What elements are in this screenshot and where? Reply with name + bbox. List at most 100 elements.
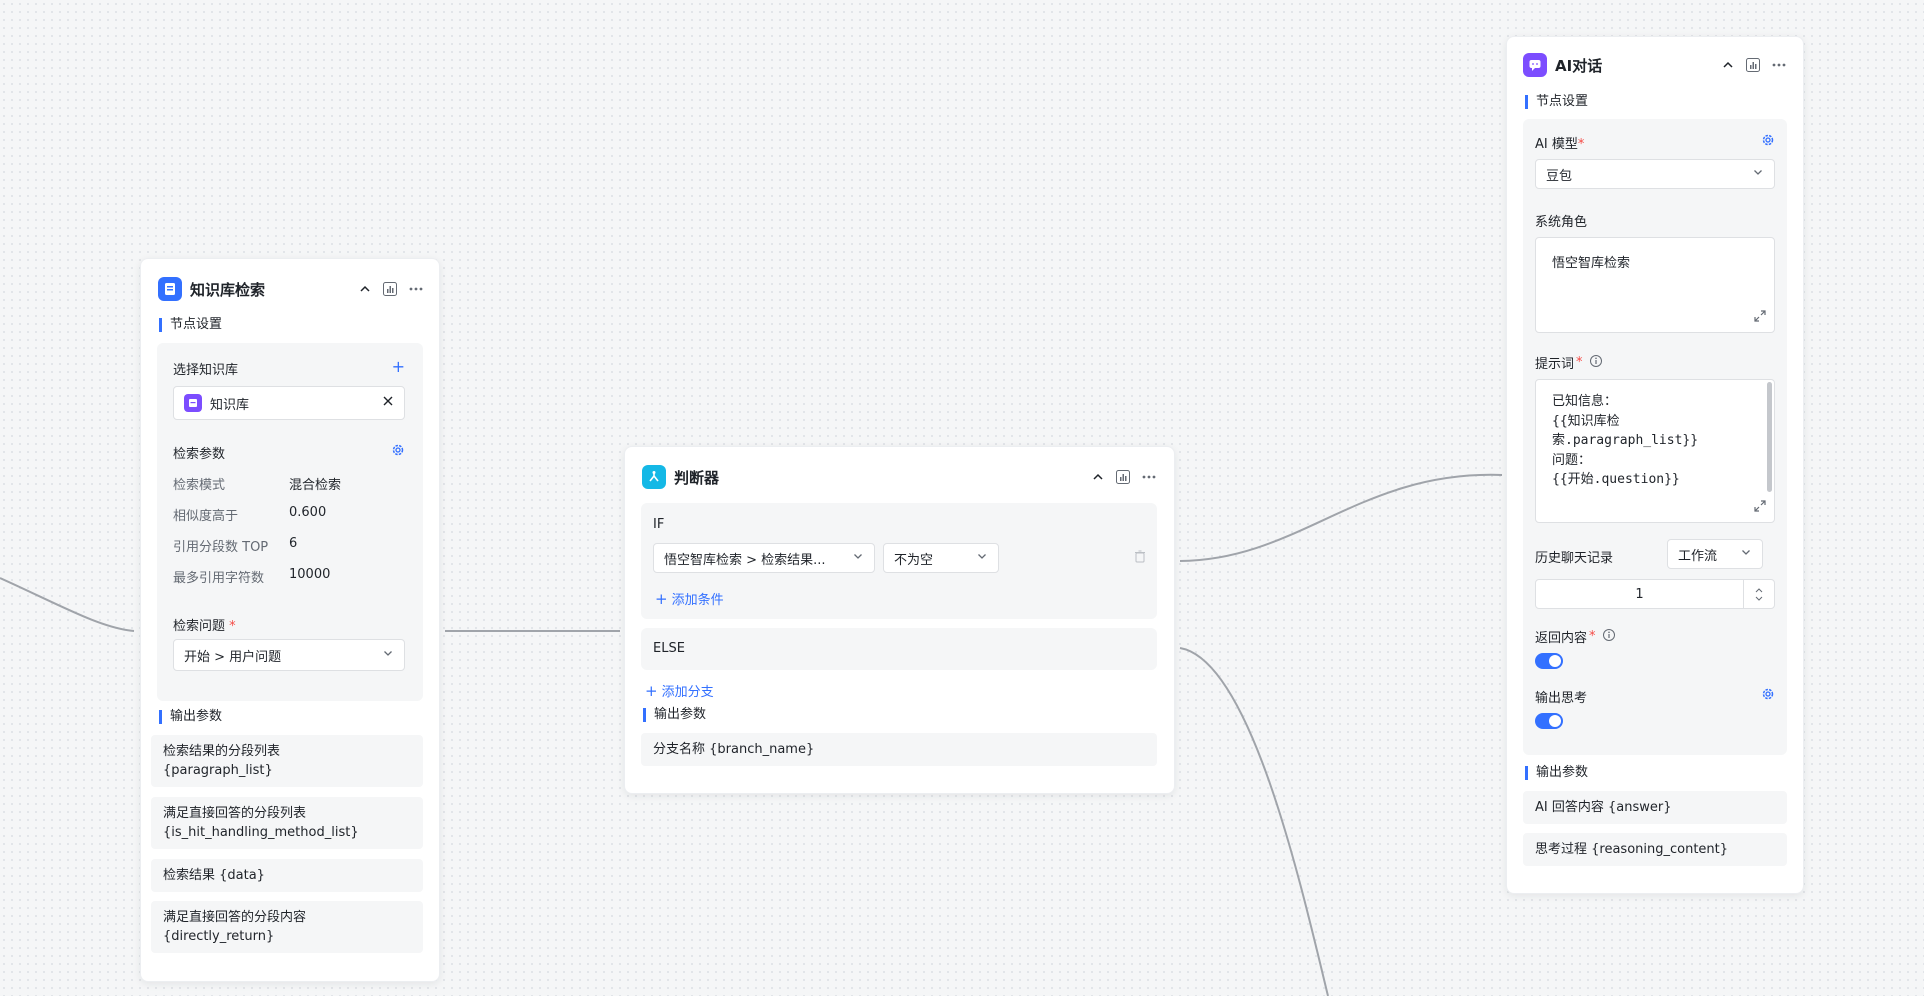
else-branch-panel: ELSE — [641, 628, 1157, 670]
node-title: 判断器 — [674, 468, 720, 487]
condition-field-select[interactable]: 悟空智库检索 > 检索结果... — [653, 543, 875, 573]
output-item: 检索结果 {data} — [151, 859, 423, 892]
info-icon[interactable] — [1589, 354, 1603, 372]
node-title: AI对话 — [1555, 56, 1603, 75]
output-section-title: 输出参数 — [1525, 766, 1588, 780]
prompt-line: 已知信息： — [1552, 394, 1618, 409]
output-item: 分支名称 {branch_name} — [641, 733, 1157, 766]
gear-icon[interactable] — [391, 443, 405, 461]
kb-selected-item[interactable]: 知识库 — [173, 386, 405, 420]
param-label: 检索模式 — [173, 478, 226, 493]
chevron-down-icon — [1755, 596, 1763, 601]
plus-icon: + — [655, 589, 668, 608]
prompt-line: 问题： — [1552, 452, 1592, 468]
question-select-value: 开始 > 用户问题 — [184, 649, 282, 665]
param-row: 检索模式 混合检索 — [173, 474, 341, 493]
param-value: 10000 — [289, 567, 331, 582]
prompt-line: {{开始.question}} — [1552, 472, 1680, 487]
stats-icon[interactable] — [382, 281, 398, 297]
history-label: 历史聊天记录 — [1535, 551, 1614, 566]
role-textarea[interactable]: 悟空智库检索 — [1535, 237, 1775, 333]
more-icon[interactable] — [408, 281, 424, 297]
output-item: AI 回答内容 {answer} — [1523, 791, 1787, 824]
output-item: 满足直接回答的分段内容 {directly_return} — [151, 901, 423, 953]
collapse-icon[interactable] — [1721, 58, 1735, 72]
add-condition-label: 添加条件 — [671, 593, 724, 608]
add-icon[interactable]: + — [392, 359, 405, 375]
prompt-text: 已知信息： {{知识库检 索.paragraph_list}} 问题： {{开始… — [1552, 392, 1752, 490]
more-icon[interactable] — [1771, 57, 1787, 73]
info-icon[interactable] — [1602, 628, 1616, 646]
role-label: 系统角色 — [1535, 215, 1588, 230]
collapse-icon[interactable] — [358, 282, 372, 296]
edge-judge-else — [1179, 647, 1329, 996]
gear-icon[interactable] — [1761, 687, 1775, 705]
param-value: 6 — [289, 536, 298, 551]
output-item-name: 满足直接回答的分段内容 — [163, 910, 307, 925]
output-item-key: {is_hit_handling_method_list} — [163, 825, 359, 840]
stats-icon[interactable] — [1745, 57, 1761, 73]
output-item-name: 检索结果的分段列表 — [163, 744, 281, 759]
output-item-name: 检索结果 {data} — [163, 868, 265, 883]
expand-icon[interactable] — [1754, 500, 1766, 516]
settings-section-title: 节点设置 — [1525, 95, 1588, 109]
prompt-label: 提示词 * — [1535, 353, 1603, 372]
prompt-label-text: 提示词 — [1535, 357, 1575, 372]
history-count-value: 1 — [1635, 586, 1644, 602]
select-kb-label: 选择知识库 — [173, 363, 239, 378]
else-label: ELSE — [653, 641, 685, 656]
output-section-title: 输出参数 — [159, 710, 222, 724]
knowledge-search-node[interactable]: 知识库检索 节点设置 选择知识库 + 知识库 检索参数 检索模式 混合检索 相似… — [140, 258, 440, 982]
history-count-stepper[interactable]: 1 — [1535, 579, 1775, 609]
param-label: 引用分段数 TOP — [173, 540, 269, 555]
chevron-up-icon — [1755, 587, 1763, 592]
scrollbar[interactable] — [1767, 382, 1772, 492]
thinking-toggle[interactable] — [1535, 713, 1563, 729]
required-mark: * — [229, 619, 236, 634]
required-mark: * — [1576, 355, 1583, 370]
param-row: 引用分段数 TOP 6 — [173, 536, 297, 555]
thinking-label: 输出思考 — [1535, 691, 1588, 706]
output-item: 思考过程 {reasoning_content} — [1523, 833, 1787, 866]
model-select[interactable]: 豆包 — [1535, 159, 1775, 189]
condition-operator-select[interactable]: 不为空 — [883, 543, 999, 573]
delete-icon[interactable] — [1133, 549, 1147, 567]
chevron-down-icon — [976, 550, 988, 566]
history-source-value: 工作流 — [1678, 548, 1718, 564]
prompt-textarea[interactable]: 已知信息： {{知识库检 索.paragraph_list}} 问题： {{开始… — [1535, 379, 1775, 523]
stepper-buttons[interactable] — [1743, 580, 1774, 608]
required-mark: * — [1577, 137, 1585, 152]
settings-section-title: 节点设置 — [159, 318, 222, 332]
chevron-down-icon — [1740, 546, 1752, 562]
condition-node[interactable]: 判断器 IF 悟空智库检索 > 检索结果... 不为空 + 添加条件 ELSE … — [624, 446, 1175, 794]
return-toggle[interactable] — [1535, 653, 1563, 669]
collapse-icon[interactable] — [1091, 470, 1105, 484]
return-label-text: 返回内容 — [1535, 631, 1588, 646]
expand-icon[interactable] — [1754, 310, 1766, 326]
branch-icon — [642, 465, 666, 489]
param-value: 0.600 — [289, 505, 327, 520]
param-row: 相似度高于 0.600 — [173, 505, 326, 524]
return-label: 返回内容 * — [1535, 627, 1616, 646]
chevron-down-icon — [1752, 166, 1764, 182]
model-label-text: AI 模型 — [1535, 137, 1578, 152]
chevron-down-icon — [852, 550, 864, 566]
gear-icon[interactable] — [1761, 133, 1775, 151]
stats-icon[interactable] — [1115, 469, 1131, 485]
add-branch-link[interactable]: + 添加分支 — [645, 681, 714, 701]
chevron-down-icon — [382, 647, 394, 663]
close-icon[interactable] — [382, 395, 394, 411]
param-value: 混合检索 — [289, 478, 342, 493]
more-icon[interactable] — [1141, 469, 1157, 485]
required-mark: * — [1589, 629, 1596, 644]
add-condition-link[interactable]: + 添加条件 — [655, 589, 724, 609]
prompt-line: 索.paragraph_list}} — [1552, 433, 1699, 448]
param-label: 最多引用字符数 — [173, 571, 265, 586]
settings-panel: AI 模型* 豆包 系统角色 悟空智库检索 提示词 * 已知信息： {{知识库检 … — [1523, 119, 1787, 755]
node-title: 知识库检索 — [190, 280, 266, 299]
history-source-select[interactable]: 工作流 — [1667, 539, 1763, 569]
plus-icon: + — [645, 681, 658, 700]
ai-chat-node[interactable]: AI对话 节点设置 AI 模型* 豆包 系统角色 悟空智库检索 提示词 * 已知… — [1506, 36, 1804, 894]
question-select[interactable]: 开始 > 用户问题 — [173, 639, 405, 671]
params-label: 检索参数 — [173, 447, 226, 462]
